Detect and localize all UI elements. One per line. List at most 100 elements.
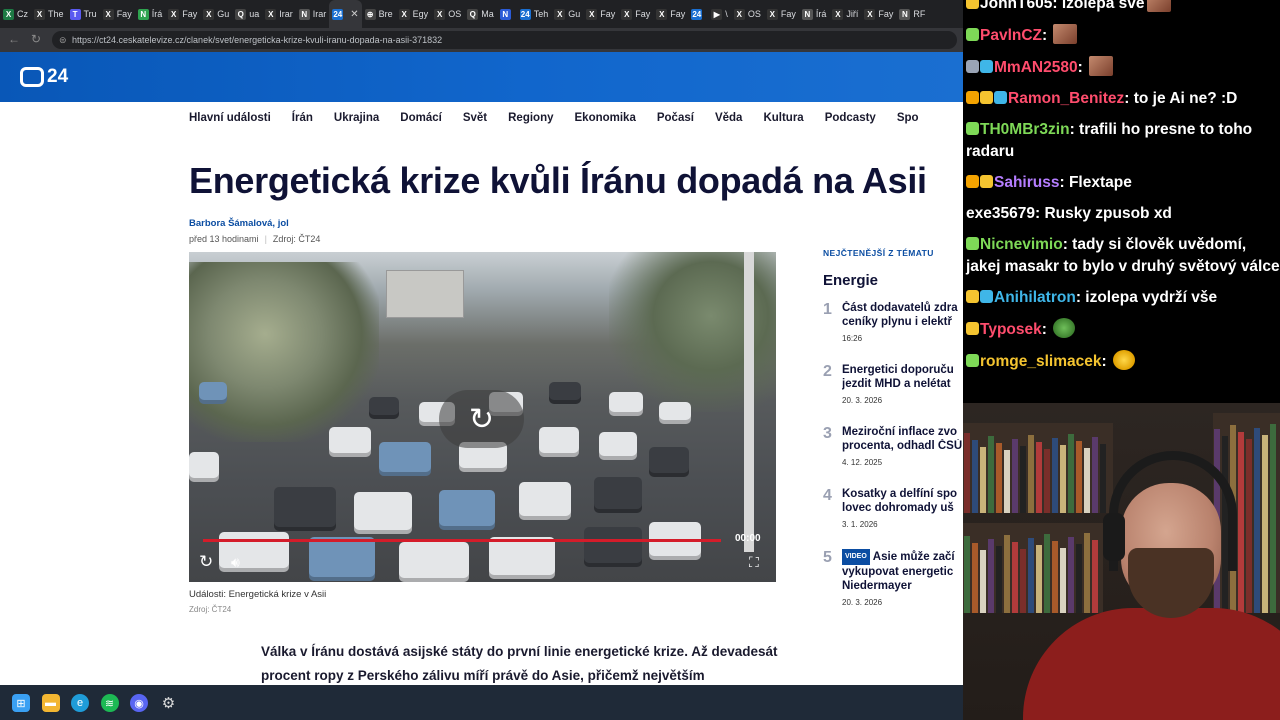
chat-username[interactable]: romge_slimacek <box>980 353 1102 370</box>
settings-icon[interactable]: ⚙ <box>160 694 178 712</box>
browser-tab[interactable]: X Fay <box>764 0 799 28</box>
replay-icon[interactable]: ↻ <box>439 390 524 448</box>
article-author[interactable]: Barbora Šámalová, jol <box>189 218 289 229</box>
video-car <box>274 487 336 531</box>
address-bar[interactable]: ⊜ https://ct24.ceskatelevize.cz/clanek/s… <box>52 31 957 49</box>
article-source: Zdroj: ČT24 <box>272 234 321 244</box>
book-spine <box>1044 449 1050 513</box>
browser-tab[interactable]: X Fay <box>165 0 200 28</box>
folder-icon[interactable]: ▬ <box>41 694 60 712</box>
browser-tab[interactable]: 24 Teh <box>517 0 552 28</box>
chat-message: Typosek: <box>966 318 1280 341</box>
fullscreen-icon[interactable]: ⛶ <box>749 554 759 571</box>
excel-icon: X <box>3 8 14 20</box>
browser-tab[interactable]: X Gu <box>200 0 232 28</box>
url-text: https://ct24.ceskatelevize.cz/clanek/sve… <box>72 35 443 45</box>
book-spine <box>1020 446 1026 513</box>
nav-item[interactable]: Svět <box>463 112 487 132</box>
chat-username[interactable]: PavlnCZ <box>980 27 1042 44</box>
most-read-title-text: Energetici doporuču <box>842 364 954 376</box>
discord-icon[interactable]: ◉ <box>130 694 148 712</box>
chat-username[interactable]: TH0MBr3zin <box>980 121 1070 138</box>
browser-tab[interactable]: X Fay <box>653 0 688 28</box>
browser-tab[interactable]: N Írá <box>799 0 830 28</box>
chat-username[interactable]: Ramon_Benitez <box>1008 90 1124 107</box>
video-car <box>189 452 219 482</box>
browser-tab[interactable]: ⊕ Bre <box>362 0 396 28</box>
browser-tab[interactable]: 24 ✕ <box>329 0 362 28</box>
nav-item[interactable]: Hlavní události <box>189 112 271 132</box>
most-read-topic[interactable]: Energie <box>823 272 963 289</box>
browser-tab-label: Ma <box>481 9 494 19</box>
browser-tab[interactable]: X Fay <box>100 0 135 28</box>
nav-item[interactable]: Spo <box>897 112 919 132</box>
video-player[interactable]: ↻ 00:00 ↻ 🔊︎ ⛶ <box>189 252 776 582</box>
nav-item[interactable]: Írán <box>292 112 313 132</box>
browser-tab[interactable]: Q Ma <box>464 0 497 28</box>
article-headline: Energetická krize kvůli Íránu dopadá na … <box>189 160 927 201</box>
nav-item[interactable]: Podcasty <box>825 112 876 132</box>
browser-tab[interactable]: X Cz <box>0 0 31 28</box>
browser-tab-label: Fay <box>780 9 796 19</box>
reload-icon[interactable]: ↻ <box>31 32 41 46</box>
browser-tab[interactable]: N RF <box>896 0 928 28</box>
browser-tab[interactable]: N Írá <box>135 0 166 28</box>
chat-username[interactable]: Typosek <box>980 321 1042 338</box>
video-car <box>539 427 579 457</box>
most-read-item[interactable]: 2 Energetici doporuču jezdit MHD a nelétat… <box>823 363 963 415</box>
nav-item[interactable]: Regiony <box>508 112 553 132</box>
chat-message: MmAN2580: <box>966 56 1280 79</box>
browser-tab[interactable]: X Jiří <box>829 0 861 28</box>
back-icon[interactable]: ← <box>8 32 20 46</box>
most-read-item[interactable]: 4 Kosatky a delfíní spo lovec dohromady uš… <box>823 487 963 539</box>
browser-tab[interactable]: X Irar <box>262 0 296 28</box>
browser-tab[interactable]: X Egy <box>396 0 432 28</box>
browser-tab[interactable]: N <box>497 0 517 28</box>
x-icon: X <box>733 8 745 20</box>
browser-tab[interactable]: X Gu <box>551 0 583 28</box>
nav-item[interactable]: Věda <box>715 112 743 132</box>
most-read-title-text: jezdit MHD a nelétat <box>842 378 951 390</box>
chat-badge-icon <box>966 322 979 335</box>
close-tab-icon[interactable]: ✕ <box>350 9 358 20</box>
nav-item[interactable]: Domácí <box>400 112 442 132</box>
browser-tab[interactable]: 24 <box>688 0 708 28</box>
chat-username[interactable]: JohnT605 <box>980 0 1052 12</box>
browser-tab[interactable]: X OS <box>731 0 764 28</box>
nav-item[interactable]: Kultura <box>763 112 803 132</box>
chat-emote-icon <box>1146 0 1171 12</box>
chat-username[interactable]: Nicnevimio <box>980 236 1063 253</box>
ct24-logo[interactable]: 24 <box>20 66 68 88</box>
x-icon: X <box>621 8 633 20</box>
browser-tab[interactable]: X OS <box>431 0 464 28</box>
nav-item[interactable]: Ekonomika <box>575 112 636 132</box>
browser-tab[interactable]: X The <box>31 0 67 28</box>
windows-icon[interactable]: ⊞ <box>12 694 30 712</box>
site-info-icon[interactable]: ⊜ <box>59 31 67 49</box>
chat-username[interactable]: MmAN2580 <box>994 59 1078 76</box>
most-read-item[interactable]: 1 Část dodavatelů zdra ceníky plynu i elek… <box>823 301 963 353</box>
browser-tab[interactable]: X Fay <box>618 0 653 28</box>
browser-tab[interactable]: Qua <box>232 0 262 28</box>
chat-message: JohnT605: izolepa své <box>966 0 1280 15</box>
browser-tab[interactable]: N Irar <box>296 0 330 28</box>
chat-username[interactable]: Sahiruss <box>994 174 1059 191</box>
browser-tab-label: Irar <box>312 9 327 19</box>
book-spine <box>1012 439 1018 513</box>
nav-item[interactable]: Počasí <box>657 112 694 132</box>
chat-username[interactable]: Anihilatron <box>994 289 1076 306</box>
edge-icon[interactable]: e <box>71 694 89 712</box>
browser-tab[interactable]: X Fay <box>861 0 896 28</box>
spotify-icon[interactable]: ≋ <box>100 694 119 712</box>
most-read-item[interactable]: 5 VIDEO Asie může začí vykupovat energetic N… <box>823 549 963 615</box>
replay-button-icon[interactable]: ↻ <box>199 552 213 572</box>
nav-item[interactable]: Ukrajina <box>334 112 379 132</box>
browser-tab-label: Cz <box>17 9 28 19</box>
browser-tab[interactable]: ▶ \ <box>708 0 731 28</box>
most-read-item[interactable]: 3 Meziroční inflace zvo procenta, odhadl Č… <box>823 425 963 477</box>
browser-tab[interactable]: T Tru <box>67 0 100 28</box>
volume-icon[interactable]: 🔊︎ <box>231 554 240 571</box>
browser-tab[interactable]: X Fay <box>583 0 618 28</box>
video-progress-bar[interactable] <box>203 539 721 542</box>
chat-username[interactable]: exe35679 <box>966 205 1035 222</box>
